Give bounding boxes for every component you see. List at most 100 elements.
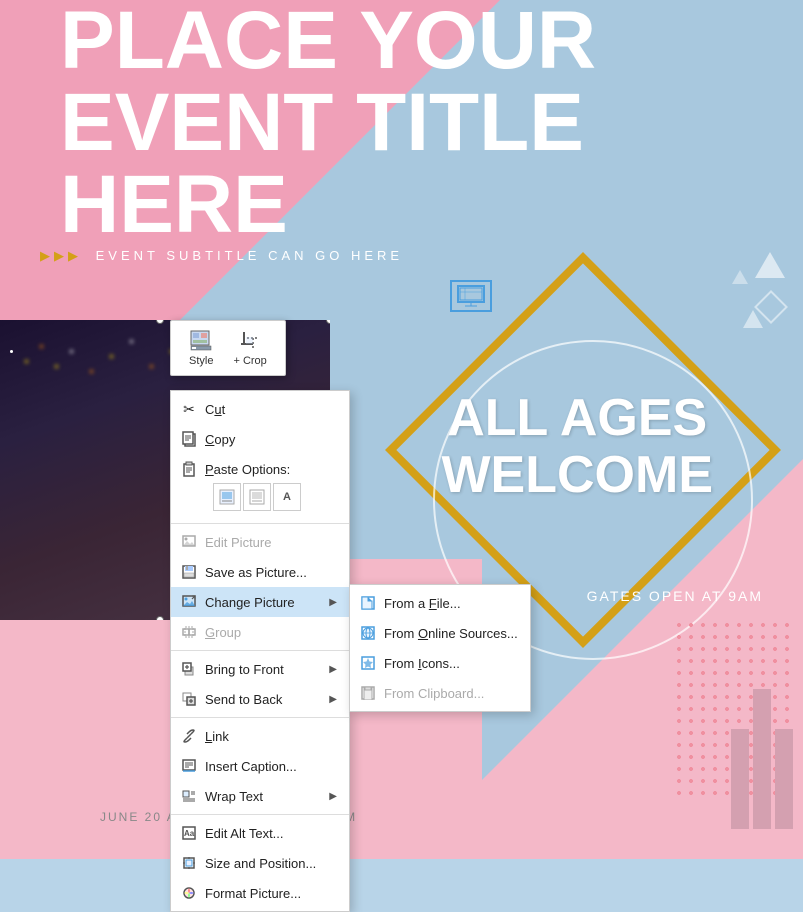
event-title: PLACE YOUR EVENT TITLE HERE (60, 0, 596, 246)
bar-3 (775, 729, 793, 829)
paste-icon-btn-1[interactable] (213, 483, 241, 511)
title-line3: HERE (60, 164, 596, 246)
from-file-icon (358, 593, 378, 613)
menu-item-caption[interactable]: Insert Caption... (171, 751, 349, 781)
bar-1 (731, 729, 749, 829)
from-icons-label: From Icons... (384, 656, 460, 671)
paste-options-icons: A (179, 479, 309, 515)
copy-icon (179, 429, 199, 449)
menu-item-size-position[interactable]: Size and Position... (171, 848, 349, 878)
cut-label: Cut (205, 402, 225, 417)
submenu-from-file[interactable]: From a File... (350, 588, 530, 618)
menu-item-paste-options[interactable]: Paste Options: A (171, 454, 349, 520)
cut-icon: ✂ (179, 399, 199, 419)
group-icon (179, 622, 199, 642)
size-position-label: Size and Position... (205, 856, 316, 871)
send-back-label: Send to Back (205, 692, 282, 707)
edit-picture-label: Edit Picture (205, 535, 271, 550)
menu-item-copy[interactable]: Copy (171, 424, 349, 454)
context-toolbar: Style + Crop (170, 320, 286, 376)
separator-2 (171, 650, 349, 651)
style-label: Style (189, 355, 213, 367)
menu-item-format-picture[interactable]: Format Picture... (171, 878, 349, 908)
title-line1: PLACE YOUR (60, 0, 596, 82)
send-back-icon (179, 689, 199, 709)
from-online-icon (358, 623, 378, 643)
menu-item-alt-text[interactable]: Aa Edit Alt Text... (171, 818, 349, 848)
menu-item-cut[interactable]: ✂ Cut (171, 394, 349, 424)
alt-text-label: Edit Alt Text... (205, 826, 284, 841)
paste-options-label: Paste Options: (205, 462, 290, 477)
context-menu: ✂ Cut Copy (170, 390, 350, 912)
submenu-from-online[interactable]: From Online Sources... (350, 618, 530, 648)
bring-front-label: Bring to Front (205, 662, 284, 677)
paste-icon-btn-2[interactable] (243, 483, 271, 511)
group-label: Group (205, 625, 241, 640)
all-ages-line2: WELCOME (441, 447, 713, 504)
menu-item-link[interactable]: Link (171, 721, 349, 751)
submenu-from-icons[interactable]: From Icons... (350, 648, 530, 678)
svg-text:Aa: Aa (184, 829, 195, 838)
gates-open-text: GATES OPEN AT 9AM (587, 588, 763, 604)
crop-label: + Crop (233, 355, 266, 367)
menu-item-edit-picture: Edit Picture (171, 527, 349, 557)
vertical-bars (731, 689, 803, 829)
handle-bc[interactable] (156, 616, 164, 620)
paste-icon-btn-3[interactable]: A (273, 483, 301, 511)
from-icons-icon (358, 653, 378, 673)
submenu-from-clipboard: From Clipboard... (350, 678, 530, 708)
caption-icon (179, 756, 199, 776)
crop-button[interactable]: + Crop (223, 325, 276, 371)
lights (10, 350, 13, 353)
format-picture-icon (179, 883, 199, 903)
separator-4 (171, 814, 349, 815)
deco-triangle-1 (755, 252, 785, 278)
style-icon (189, 329, 213, 353)
subtitle-arrows: ▶▶▶ (40, 248, 82, 263)
from-file-label: From a File... (384, 596, 461, 611)
copy-label: Copy (205, 432, 235, 447)
change-picture-arrow: ▶ (329, 597, 337, 608)
from-clipboard-label: From Clipboard... (384, 686, 484, 701)
separator-3 (171, 717, 349, 718)
bring-front-icon (179, 659, 199, 679)
size-position-icon (179, 853, 199, 873)
crop-icon (238, 329, 262, 353)
edit-picture-icon (179, 532, 199, 552)
event-subtitle: ▶▶▶ EVENT SUBTITLE CAN GO HERE (40, 248, 403, 264)
link-icon (179, 726, 199, 746)
wrap-text-arrow: ▶ (329, 791, 337, 802)
screen-icon (450, 280, 492, 312)
wrap-text-label: Wrap Text (205, 789, 263, 804)
menu-item-save-picture[interactable]: Save as Picture... (171, 557, 349, 587)
all-ages-line1: ALL AGES (441, 390, 713, 447)
title-line2: EVENT TITLE (60, 82, 596, 164)
menu-item-group: Group (171, 617, 349, 647)
deco-triangle-3 (732, 270, 748, 284)
bring-front-arrow: ▶ (329, 664, 337, 675)
paste-text-icon: A (283, 491, 291, 503)
menu-item-change-picture[interactable]: Change Picture ▶ From a File... (171, 587, 349, 617)
gates-open-label: GATES OPEN AT 9AM (587, 588, 763, 604)
wrap-text-icon (179, 786, 199, 806)
subtitle-text: EVENT SUBTITLE CAN GO HERE (96, 248, 403, 263)
change-picture-label: Change Picture (205, 595, 295, 610)
menu-item-send-back[interactable]: Send to Back ▶ (171, 684, 349, 714)
all-ages-text: ALL AGES WELCOME (441, 390, 713, 504)
paste-icon (179, 459, 199, 479)
caption-label: Insert Caption... (205, 759, 297, 774)
separator-1 (171, 523, 349, 524)
menu-item-wrap-text[interactable]: Wrap Text ▶ (171, 781, 349, 811)
from-online-label: From Online Sources... (384, 626, 518, 641)
menu-item-bring-front[interactable]: Bring to Front ▶ (171, 654, 349, 684)
change-picture-submenu: From a File... From Online Sources... (349, 584, 531, 712)
format-picture-label: Format Picture... (205, 886, 301, 901)
from-clipboard-icon (358, 683, 378, 703)
bar-2 (753, 689, 771, 829)
style-button[interactable]: Style (179, 325, 223, 371)
link-label: Link (205, 729, 229, 744)
save-picture-icon (179, 562, 199, 582)
save-picture-label: Save as Picture... (205, 565, 307, 580)
alt-text-icon: Aa (179, 823, 199, 843)
change-picture-icon (179, 592, 199, 612)
